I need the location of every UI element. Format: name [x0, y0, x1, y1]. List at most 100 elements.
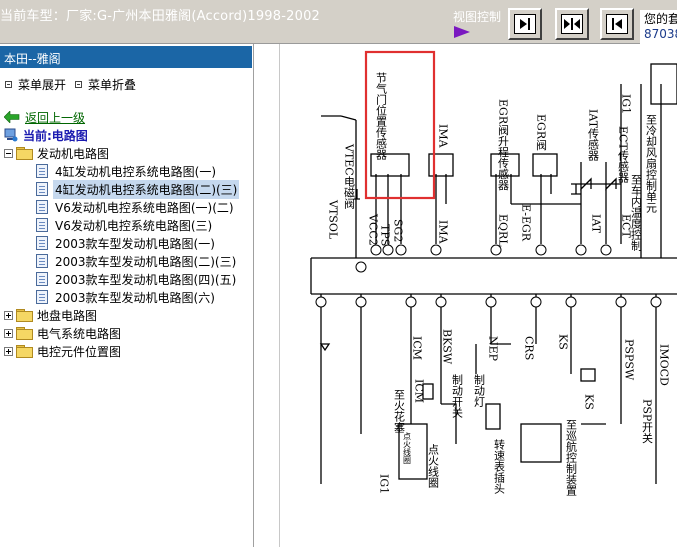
pane-title: 本田--雅阁: [0, 46, 252, 68]
crs-label: CRS: [523, 336, 536, 360]
document-icon: [36, 218, 48, 232]
tree-item-label: 2003款车型发动机电路图(四)(五): [55, 272, 237, 287]
tree-item-label: 2003款车型发动机电路图(一): [55, 236, 215, 251]
arrow-right-bar-icon: [520, 18, 530, 30]
brake-switch-label: 制动开关: [451, 374, 464, 419]
document-icon: [36, 272, 48, 286]
expand-toggle-icon[interactable]: [4, 310, 13, 320]
collapse-icon: [75, 81, 82, 88]
triangle-icon: [454, 26, 470, 38]
tree-item-6[interactable]: 2003款车型发动机电路图(四)(五): [36, 270, 238, 288]
back-arrow-icon: [4, 111, 20, 123]
current-node: 当前:电路图: [4, 126, 90, 144]
document-icon: [36, 236, 48, 250]
tree-folder-electrical[interactable]: 电气系统电路图: [4, 324, 123, 342]
psp-switch-label: PSP开关: [641, 399, 654, 444]
ima-top-label: IMA: [437, 124, 450, 149]
user-info-box: 您的套 87038: [640, 10, 677, 44]
split-arrows-icon: [564, 18, 580, 30]
show-right-pane-button[interactable]: [508, 8, 542, 40]
ks-bottom-label: KS: [583, 394, 596, 410]
collapse-toggle-icon[interactable]: [4, 148, 13, 158]
tree-folder-chassis-label: 地盘电路图: [37, 308, 98, 323]
e-egr-label: E-EGR: [520, 204, 533, 242]
pane-divider[interactable]: [254, 44, 280, 547]
tree-item-5[interactable]: 2003款车型发动机电路图(二)(三): [36, 252, 238, 270]
collapse-menu-label: 菜单折叠: [88, 78, 137, 92]
document-icon: [36, 164, 48, 178]
app-window: 当前车型：厂家:G-广州本田雅阁(Accord)1998-2002 视图控制 您…: [0, 0, 677, 547]
folder-icon: [16, 309, 33, 322]
egr-lift-sensor-label: EGR阀升程传感器: [497, 99, 510, 191]
tps-label: TPS: [379, 224, 392, 246]
tree-item-label: 2003款车型发动机电路图(二)(三): [55, 254, 237, 269]
expand-icon: [5, 81, 12, 88]
document-icon: [36, 254, 48, 268]
tree-item-3[interactable]: V6发动机电控系统电路图(三): [36, 216, 214, 234]
ignition-coil-label: 点火线圈: [427, 444, 440, 489]
collapse-menu-button[interactable]: 菜单折叠: [75, 76, 136, 93]
tree-item-label: V6发动机电控系统电路图(三): [55, 218, 213, 233]
iat-label: IAT: [590, 214, 603, 234]
tree-item-0[interactable]: 4缸发动机电控系统电路图(一): [36, 162, 218, 180]
radiator-fan-label: 至冷却风扇控制单元: [645, 114, 658, 213]
ima-bottom-label: IMA: [437, 220, 450, 245]
ig1-top-label: IG1: [620, 94, 633, 114]
tree-folder-engine-label: 发动机电路图: [37, 146, 110, 161]
tree-item-4[interactable]: 2003款车型发动机电路图(一): [36, 234, 217, 252]
tree-item-1[interactable]: 4缸发动机电控系统电路图(二)(三): [36, 179, 240, 199]
tree-item-label: 4缸发动机电控系统电路图(一): [55, 164, 216, 179]
tree-folder-components[interactable]: 电控元件位置图: [4, 342, 123, 360]
vtsol-label: VTSOL: [327, 199, 340, 240]
tree-item-label: 2003款车型发动机电路图(六): [55, 290, 215, 305]
nep-label: NEP: [487, 336, 500, 362]
tach-connector-label: 转速表插头: [493, 438, 506, 494]
eqrl-label: EQRL: [497, 214, 510, 247]
show-both-panes-button[interactable]: [555, 8, 589, 40]
folder-icon: [16, 345, 33, 358]
current-node-label: 当前:电路图: [23, 128, 88, 143]
back-link[interactable]: 返回上一级: [4, 108, 87, 126]
tree-folder-electrical-label: 电气系统电路图: [37, 326, 122, 341]
user-info-line2: 87038: [644, 27, 677, 41]
computer-icon: [4, 128, 18, 142]
tree-item-label: V6发动机电控系统电路图(一)(二): [55, 200, 234, 215]
tree-item-label: 4缸发动机电控系统电路图(二)(三): [53, 179, 240, 199]
sg2-label: SG2: [392, 219, 405, 242]
ignition-coil-box-label: 点火线圈: [403, 432, 412, 464]
ect-sensor-label: ECT传感器: [617, 126, 630, 183]
ignition-box-label: ICM: [413, 379, 426, 403]
back-link-label: 返回上一级: [25, 110, 86, 125]
document-icon: [36, 200, 48, 214]
arrow-left-bar-icon: [612, 18, 622, 30]
expand-toggle-icon[interactable]: [4, 346, 13, 356]
throttle-sensor-label: 节气门位置传感器: [375, 72, 388, 161]
tree-folder-components-label: 电控元件位置图: [37, 344, 122, 359]
vtec-valve-label: VTEC电磁阀: [343, 143, 356, 209]
current-car-title: 当前车型：厂家:G-广州本田雅阁(Accord)1998-2002: [0, 9, 321, 24]
view-control-label: 视图控制: [453, 10, 502, 24]
egr-valve-label: EGR阀: [535, 114, 548, 151]
folder-icon: [16, 327, 33, 340]
document-icon: [36, 290, 48, 304]
expand-menu-button[interactable]: 菜单展开: [5, 76, 66, 93]
document-icon: [36, 182, 48, 196]
ks-top-label: KS: [557, 334, 570, 350]
imocd-label: IMOCD: [658, 344, 671, 386]
ig1-bottom-label: IG1: [378, 474, 391, 494]
brake-light-label: 制动灯: [473, 374, 486, 407]
tree-folder-engine[interactable]: 发动机电路图: [4, 144, 111, 162]
wiring-diagram-viewer[interactable]: 节气门位置传感器 IMA EGR阀升程传感器 EGR阀 IAT传感器 ECT传感…: [281, 44, 677, 547]
tree-item-2[interactable]: V6发动机电控系统电路图(一)(二): [36, 198, 236, 216]
icm-label: ICM: [411, 336, 424, 360]
tree-folder-chassis[interactable]: 地盘电路图: [4, 306, 99, 324]
folder-icon: [16, 147, 33, 160]
cruise-unit-label: 至巡航控制装置: [565, 419, 578, 496]
igniter-label: 至火花塞: [393, 389, 406, 433]
user-info-line1: 您的套: [644, 12, 677, 26]
tree-item-7[interactable]: 2003款车型发动机电路图(六): [36, 288, 217, 306]
top-toolbar: 当前车型：厂家:G-广州本田雅阁(Accord)1998-2002 视图控制 您…: [0, 0, 677, 44]
show-left-pane-button[interactable]: [600, 8, 634, 40]
expand-toggle-icon[interactable]: [4, 328, 13, 338]
pspsw-label: PSPSW: [623, 339, 636, 381]
